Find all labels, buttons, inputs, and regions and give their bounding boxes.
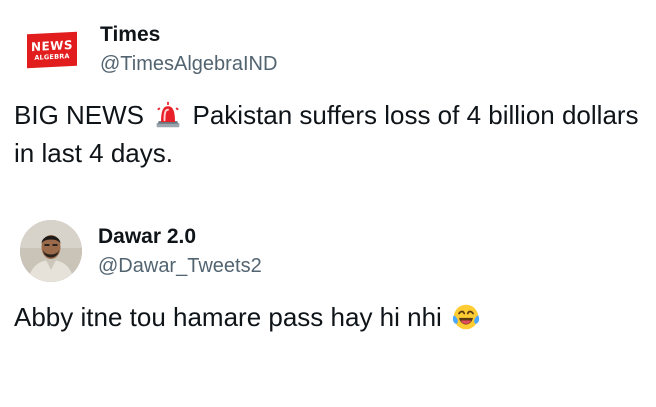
name-block: Dawar 2.0 @Dawar_Tweets2 bbox=[98, 224, 262, 280]
display-name[interactable]: Times bbox=[100, 22, 277, 48]
name-block: Times @TimesAlgebraIND bbox=[100, 22, 277, 78]
screenshot: NEWS ALGEBRA Times @TimesAlgebraIND BIG … bbox=[0, 0, 656, 407]
police-siren-emoji bbox=[156, 101, 180, 128]
news-algebra-logo: NEWS ALGEBRA bbox=[27, 31, 77, 69]
tweet-text: Abby itne tou hamare pass hay hi nhi bbox=[14, 298, 642, 336]
tweet-author-row: NEWS ALGEBRA Times @TimesAlgebraIND bbox=[20, 18, 277, 82]
handle[interactable]: @TimesAlgebraIND bbox=[100, 50, 277, 78]
display-name[interactable]: Dawar 2.0 bbox=[98, 224, 262, 250]
news-algebra-logo-avatar[interactable]: NEWS ALGEBRA bbox=[20, 18, 84, 82]
face-with-tears-of-joy-emoji bbox=[452, 304, 480, 330]
tweet-text-part: Abby itne tou hamare pass hay hi nhi bbox=[14, 302, 442, 332]
tweet-author-row: Dawar 2.0 @Dawar_Tweets2 bbox=[20, 220, 262, 282]
tweet-text-part: BIG NEWS bbox=[14, 100, 145, 130]
logo-text-bottom: ALGEBRA bbox=[34, 51, 70, 62]
tweet-text: BIG NEWS Pakistan suffers loss of 4 bill… bbox=[14, 96, 642, 172]
avatar-photo bbox=[20, 220, 82, 282]
handle[interactable]: @Dawar_Tweets2 bbox=[98, 252, 262, 280]
avatar[interactable] bbox=[20, 220, 82, 282]
